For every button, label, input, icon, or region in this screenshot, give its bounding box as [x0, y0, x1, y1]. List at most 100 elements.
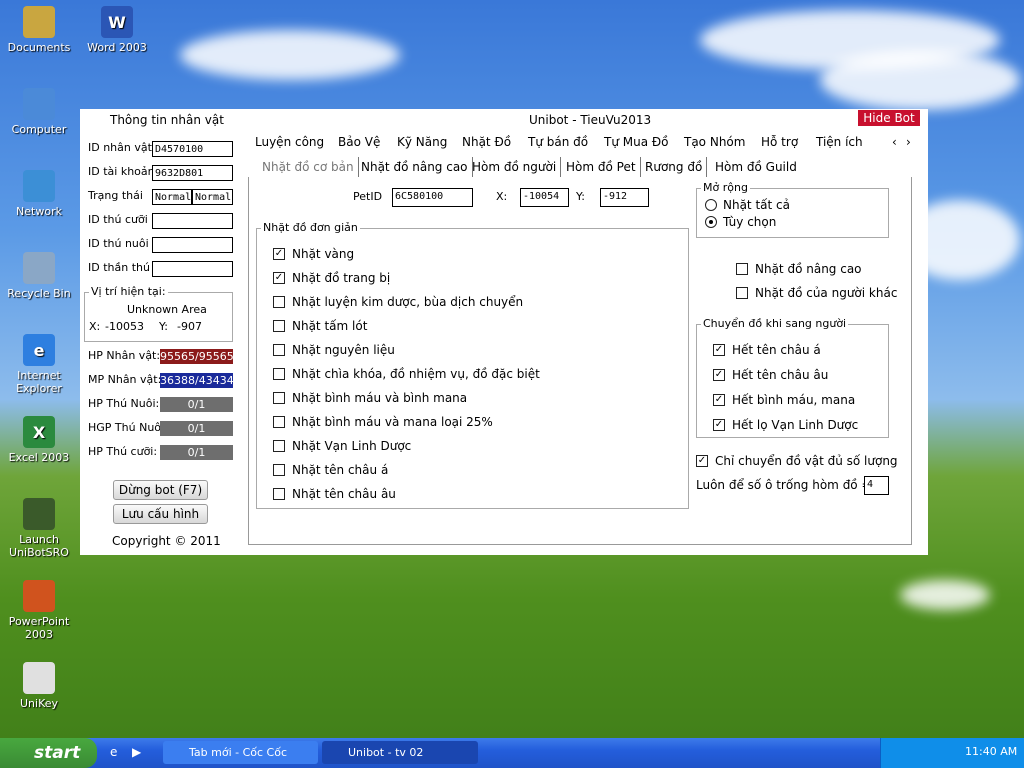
- checkbox-simple-pickup-box[interactable]: [273, 488, 285, 500]
- checkbox-transfer-box[interactable]: ✓: [713, 344, 725, 356]
- desktop-icon-recycle-bin[interactable]: Recycle Bin: [2, 252, 76, 300]
- checkbox-transfer-3[interactable]: ✓ Hết lọ Vạn Linh Dược: [713, 418, 858, 432]
- pet-id-field[interactable]: [152, 237, 233, 253]
- checkbox-others-items-box[interactable]: [736, 287, 748, 299]
- tab-advanced-pickup[interactable]: Nhặt đồ nâng cao: [357, 157, 473, 177]
- stop-bot-button[interactable]: Dừng bot (F7): [113, 480, 208, 500]
- location-y-value: -907: [177, 320, 221, 333]
- menu-ky-nang[interactable]: Kỹ Năng: [397, 135, 447, 149]
- checkbox-simple-pickup-6[interactable]: Nhặt bình máu và bình mana: [273, 391, 467, 405]
- character-info-title: Thông tin nhân vật: [110, 113, 224, 127]
- mount-id-field[interactable]: [152, 213, 233, 229]
- account-id-field[interactable]: 9632D801: [152, 165, 233, 181]
- menu-ho-tro[interactable]: Hỗ trợ: [761, 135, 798, 149]
- menu-tu-mua-do[interactable]: Tự Mua Đồ: [604, 135, 669, 149]
- tab-guild-storage[interactable]: Hòm đồ Guild: [711, 157, 801, 177]
- menu-tao-nhom[interactable]: Tạo Nhóm: [684, 135, 745, 149]
- checkbox-simple-pickup-7[interactable]: Nhặt bình máu và mana loại 25%: [273, 415, 493, 429]
- stat-label-mount-hp: HP Thú cưỡi:: [88, 445, 158, 458]
- checkbox-simple-pickup-box[interactable]: [273, 464, 285, 476]
- save-config-button[interactable]: Lưu cấu hình: [113, 504, 208, 524]
- checkbox-only-enough-box[interactable]: ✓: [696, 455, 708, 467]
- checkbox-advanced-pickup-box[interactable]: [736, 263, 748, 275]
- checkbox-only-enough[interactable]: ✓ Chỉ chuyển đồ vật đủ số lượng: [696, 454, 898, 468]
- task-coccoc[interactable]: Tab mới - Cốc Cốc: [163, 741, 318, 764]
- checkbox-simple-pickup-box[interactable]: [273, 320, 285, 332]
- checkbox-simple-pickup-box[interactable]: ✓: [273, 248, 285, 260]
- quicklaunch-ie-icon[interactable]: e: [110, 745, 117, 759]
- checkbox-advanced-pickup[interactable]: Nhặt đồ nâng cao: [736, 262, 862, 276]
- location-group-title: Vị trí hiện tại:: [89, 285, 168, 298]
- checkbox-transfer-2[interactable]: ✓ Hết bình máu, mana: [713, 393, 855, 407]
- radio-custom-dot[interactable]: [705, 216, 717, 228]
- desktop-icon-documents[interactable]: Documents: [2, 6, 76, 54]
- simple-pickup-title: Nhặt đồ đơn giản: [261, 221, 360, 234]
- tab-basic-pickup[interactable]: Nhặt đồ cơ bản: [258, 157, 359, 177]
- checkbox-simple-pickup-box[interactable]: [273, 296, 285, 308]
- menu-nhat-do[interactable]: Nhặt Đồ: [462, 135, 511, 149]
- documents-icon: [23, 6, 55, 38]
- field-label-mount-id: ID thú cưỡi: [88, 213, 148, 226]
- menu-tien-ich[interactable]: Tiện ích: [816, 135, 863, 149]
- title-bar[interactable]: Thông tin nhân vật Unibot - TieuVu2013 H…: [80, 109, 928, 131]
- menu-scroll-right-icon[interactable]: ›: [906, 135, 911, 149]
- checkbox-simple-pickup-4[interactable]: Nhặt nguyên liệu: [273, 343, 395, 357]
- pet-y-field[interactable]: -912: [600, 188, 649, 207]
- status-field-1[interactable]: Normal: [152, 189, 192, 205]
- desktop-icon-network[interactable]: Network: [2, 170, 76, 218]
- checkbox-simple-pickup-5[interactable]: Nhặt chìa khóa, đồ nhiệm vụ, đồ đặc biệt: [273, 367, 540, 381]
- desktop-icon-unibot[interactable]: Launch UniBotSRO: [2, 498, 76, 559]
- checkbox-simple-pickup-box[interactable]: ✓: [273, 272, 285, 284]
- pet-x-field[interactable]: -10054: [520, 188, 569, 207]
- checkbox-transfer-1[interactable]: ✓ Hết tên châu âu: [713, 368, 828, 382]
- desktop-icon-computer[interactable]: Computer: [2, 88, 76, 136]
- menu-scroll-left-icon[interactable]: ‹: [892, 135, 897, 149]
- checkbox-transfer-0[interactable]: ✓ Hết tên châu á: [713, 343, 821, 357]
- start-button[interactable]: start: [0, 738, 97, 768]
- powerpoint-icon: [23, 580, 55, 612]
- fellow-id-field[interactable]: [152, 261, 233, 277]
- menu-luyen-cong[interactable]: Luyện công: [255, 135, 324, 149]
- desktop-icon-unikey[interactable]: UniKey: [2, 662, 76, 710]
- quicklaunch-media-icon[interactable]: ▶: [132, 745, 141, 759]
- computer-icon: [23, 88, 55, 120]
- field-label-fellow-id: ID thần thú: [88, 261, 150, 274]
- desktop-icon-word[interactable]: W Word 2003: [80, 6, 154, 54]
- desktop-icon-internet-explorer[interactable]: e Internet Explorer: [2, 334, 76, 395]
- desktop-icon-powerpoint[interactable]: PowerPoint 2003: [2, 580, 76, 641]
- status-field-2[interactable]: Normal: [192, 189, 233, 205]
- unikey-icon: [23, 662, 55, 694]
- radio-custom[interactable]: Tùy chọn: [705, 215, 776, 229]
- checkbox-transfer-box[interactable]: ✓: [713, 419, 725, 431]
- tab-storage[interactable]: Rương đồ: [641, 157, 708, 177]
- checkbox-simple-pickup-9[interactable]: Nhặt tên châu á: [273, 463, 388, 477]
- desktop-icon-excel[interactable]: X Excel 2003: [2, 416, 76, 464]
- checkbox-simple-pickup-1[interactable]: ✓ Nhặt đồ trang bị: [273, 271, 390, 285]
- internet-explorer-icon: e: [23, 334, 55, 366]
- keep-slots-field[interactable]: 4: [864, 476, 889, 495]
- checkbox-simple-pickup-10[interactable]: Nhặt tên châu âu: [273, 487, 396, 501]
- checkbox-simple-pickup-2[interactable]: Nhặt luyện kim dược, bùa dịch chuyển: [273, 295, 523, 309]
- checkbox-simple-pickup-0[interactable]: ✓ Nhặt vàng: [273, 247, 354, 261]
- checkbox-simple-pickup-box[interactable]: [273, 440, 285, 452]
- pet-id-value-field[interactable]: 6C580100: [392, 188, 473, 207]
- radio-pick-all-dot[interactable]: [705, 199, 717, 211]
- task-unibot[interactable]: Unibot - tv 02: [322, 741, 478, 764]
- tab-character-inventory[interactable]: Hòm đồ người: [468, 157, 562, 177]
- checkbox-simple-pickup-3[interactable]: Nhặt tấm lót: [273, 319, 367, 333]
- network-icon: [23, 170, 55, 202]
- radio-pick-all[interactable]: Nhặt tất cả: [705, 198, 790, 212]
- checkbox-others-items[interactable]: Nhặt đồ của người khác: [736, 286, 897, 300]
- checkbox-transfer-box[interactable]: ✓: [713, 369, 725, 381]
- checkbox-simple-pickup-8[interactable]: Nhặt Vạn Linh Dược: [273, 439, 411, 453]
- checkbox-simple-pickup-box[interactable]: [273, 392, 285, 404]
- menu-bao-ve[interactable]: Bảo Vệ: [338, 135, 380, 149]
- checkbox-simple-pickup-box[interactable]: [273, 344, 285, 356]
- character-id-field[interactable]: D4570100: [152, 141, 233, 157]
- checkbox-simple-pickup-box[interactable]: [273, 416, 285, 428]
- hide-bot-button[interactable]: Hide Bot: [858, 110, 920, 126]
- menu-tu-ban-do[interactable]: Tự bán đồ: [528, 135, 588, 149]
- checkbox-simple-pickup-box[interactable]: [273, 368, 285, 380]
- tab-pet-inventory[interactable]: Hòm đồ Pet: [562, 157, 641, 177]
- checkbox-transfer-box[interactable]: ✓: [713, 394, 725, 406]
